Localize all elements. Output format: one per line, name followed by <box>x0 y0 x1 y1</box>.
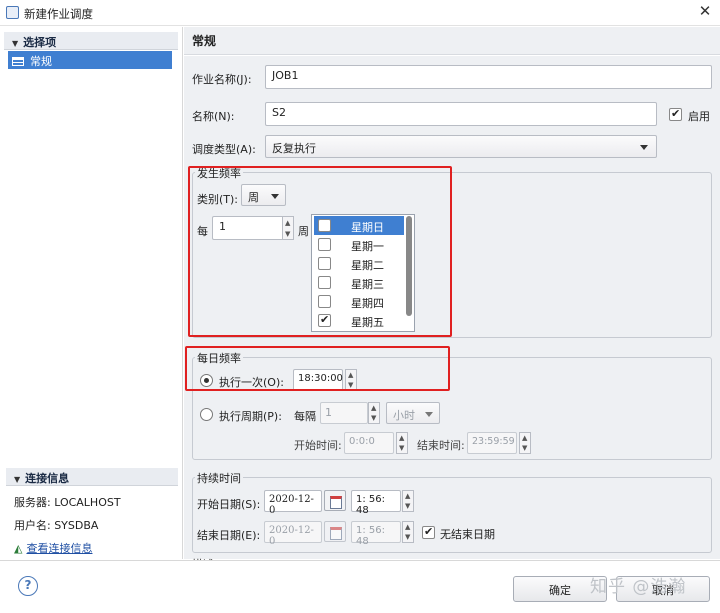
schedule-type-select[interactable]: 反复执行 <box>265 135 657 158</box>
name-field[interactable]: S2 <box>265 102 657 126</box>
end-time-stepper[interactable]: ▲ ▼ <box>519 432 531 454</box>
page-title: 常规 <box>184 27 720 55</box>
view-link-label[interactable]: 查看连接信息 <box>26 542 92 555</box>
no-end-date-checkbox[interactable] <box>422 525 435 539</box>
start-date-field[interactable]: 2020-12-0 <box>264 490 322 516</box>
tree-item-label: 常规 <box>30 55 52 68</box>
down-arrow-icon: ▼ <box>405 502 411 510</box>
calendar-icon[interactable] <box>324 490 346 511</box>
chevron-down-icon <box>425 412 433 417</box>
up-arrow-icon: ▲ <box>405 523 411 531</box>
run-periodic-label: 执行周期(P): <box>219 410 282 423</box>
end-date-time[interactable]: 1: 56: 48 <box>351 521 401 547</box>
chevron-down-icon <box>640 145 648 150</box>
title-bar: 新建作业调度 ✕ <box>0 0 720 26</box>
end-time-label: 结束时间: <box>417 439 465 452</box>
highlight-box-once <box>185 346 450 391</box>
up-arrow-icon: ▲ <box>522 434 528 442</box>
view-connection-link[interactable]: ◭ 查看连接信息 <box>14 540 92 556</box>
end-time-field[interactable]: 23:59:59 <box>467 432 517 454</box>
user-info: 用户名: SYSDBA <box>14 519 99 532</box>
person-icon: ◭ <box>14 542 23 555</box>
interval-input[interactable]: 1 <box>320 402 368 424</box>
enable-checkbox[interactable] <box>669 107 682 121</box>
start-time-stepper[interactable]: ▲ ▼ <box>396 432 408 454</box>
end-date-time-stepper[interactable]: ▲ ▼ <box>402 521 414 543</box>
no-end-date-label: 无结束日期 <box>440 528 495 541</box>
run-periodic-radio[interactable] <box>200 408 213 421</box>
down-arrow-icon: ▼ <box>522 444 528 452</box>
server-info: 服务器: LOCALHOST <box>14 496 121 509</box>
duration-group-title: 持续时间 <box>195 470 243 486</box>
start-time-label: 开始时间: <box>294 439 342 452</box>
watermark: 知乎 @浩瀚 <box>590 577 687 597</box>
down-arrow-icon: ▼ <box>405 533 411 541</box>
down-arrow-icon: ▼ <box>399 444 405 452</box>
window-title: 新建作业调度 <box>24 7 93 21</box>
app-icon <box>6 6 19 19</box>
conn-section-header[interactable]: ▼ 连接信息 <box>6 468 178 486</box>
calendar-icon[interactable] <box>324 521 346 542</box>
conn-header-label: 连接信息 <box>25 472 70 485</box>
up-arrow-icon: ▲ <box>399 434 405 442</box>
schedule-type-label: 调度类型(A): <box>192 143 256 156</box>
interval-unit-value: 小时 <box>393 409 415 422</box>
help-icon[interactable]: ? <box>18 576 38 596</box>
close-icon[interactable]: ✕ <box>696 2 714 20</box>
start-date-time[interactable]: 1: 56: 48 <box>351 490 401 516</box>
start-date-label: 开始日期(S): <box>197 498 261 511</box>
highlight-box-frequency <box>188 166 452 337</box>
schedule-type-value: 反复执行 <box>272 142 316 155</box>
options-header-label: 选择项 <box>23 36 57 49</box>
end-date-label: 结束日期(E): <box>197 529 261 542</box>
interval-stepper[interactable]: ▲ ▼ <box>368 402 380 424</box>
up-arrow-icon: ▲ <box>405 492 411 500</box>
options-section-header[interactable]: ▼ 选择项 <box>4 32 178 50</box>
down-arrow-icon: ▼ <box>371 414 377 422</box>
chevron-down-icon: ▼ <box>12 39 19 48</box>
end-date-field[interactable]: 2020-12-0 <box>264 521 322 547</box>
chevron-down-icon: ▼ <box>14 475 21 484</box>
list-icon <box>12 57 24 66</box>
interval-unit-select[interactable]: 小时 <box>386 402 440 424</box>
start-time-field[interactable]: 0:0:0 <box>344 432 394 454</box>
enable-label: 启用 <box>688 110 710 123</box>
job-name-label: 作业名称(J): <box>192 73 252 86</box>
tree-item-general[interactable]: 常规 <box>8 51 172 69</box>
up-arrow-icon: ▲ <box>371 404 377 412</box>
job-name-field[interactable]: JOB1 <box>265 65 712 89</box>
interval-label: 每隔 <box>294 410 316 423</box>
start-date-time-stepper[interactable]: ▲ ▼ <box>402 490 414 512</box>
name-label: 名称(N): <box>192 110 235 123</box>
